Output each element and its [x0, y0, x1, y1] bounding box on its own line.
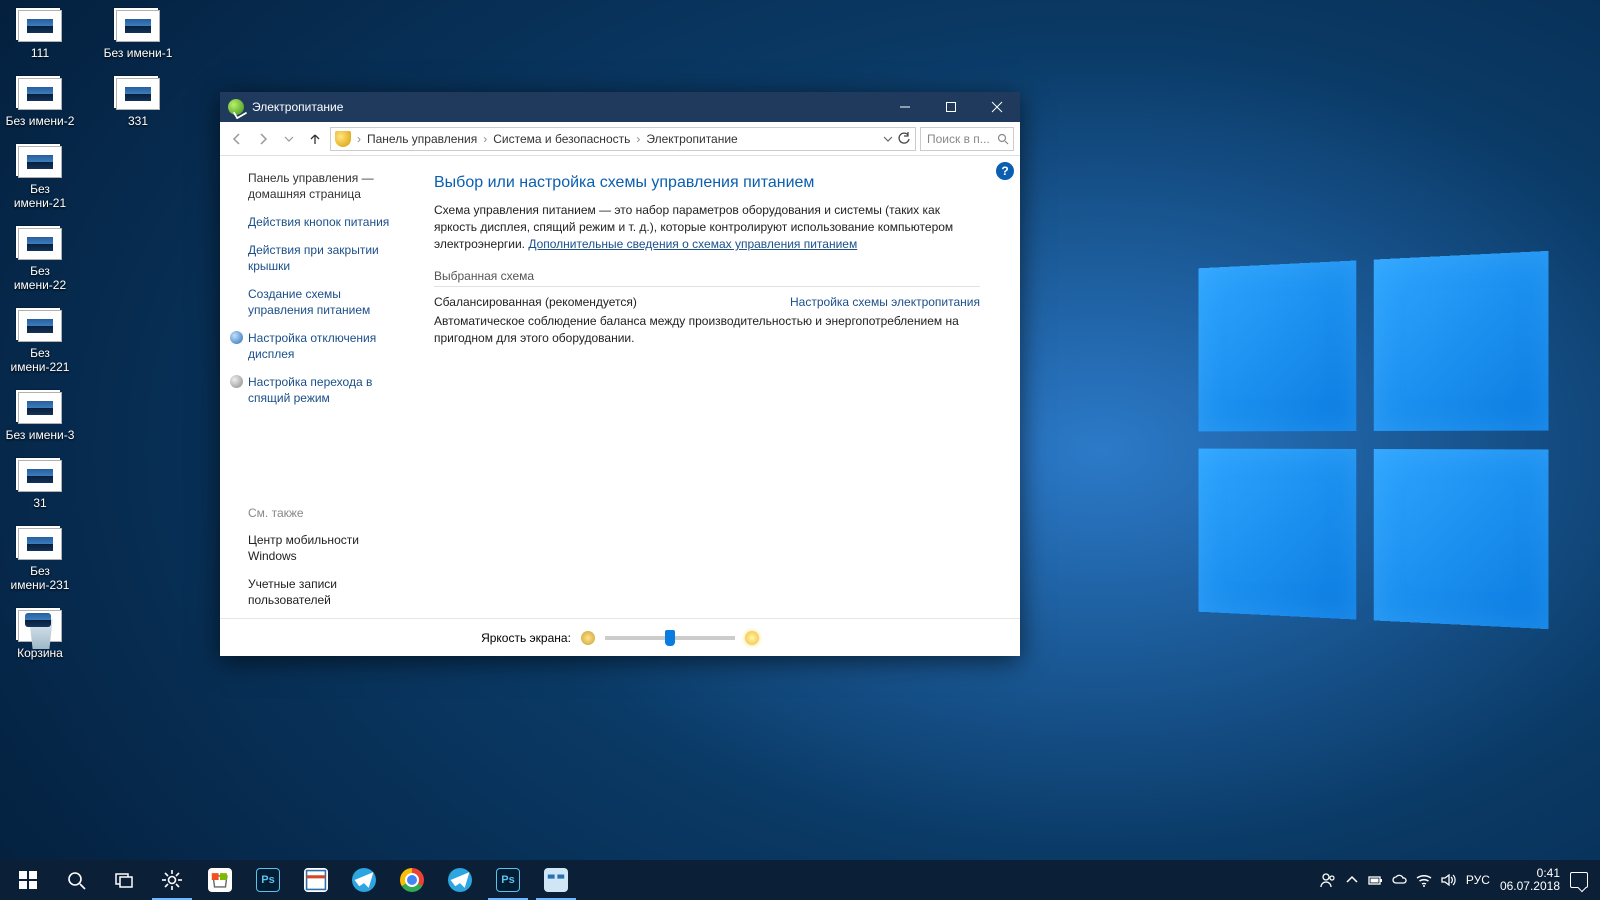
address-bar: › Панель управления › Система и безопасн…: [220, 122, 1020, 156]
back-button[interactable]: [226, 128, 248, 150]
taskbar-app-control-panel[interactable]: [532, 860, 580, 900]
taskbar-app-chrome[interactable]: [388, 860, 436, 900]
plan-settings-link[interactable]: Настройка схемы электропитания: [790, 295, 980, 309]
crumb[interactable]: Система и безопасность: [493, 132, 630, 146]
desktop-icon[interactable]: Без имени-3: [4, 392, 76, 442]
crumb[interactable]: Панель управления: [367, 132, 477, 146]
desktop-icon[interactable]: Без имени-2: [4, 78, 76, 128]
tray-clock[interactable]: 0:41 06.07.2018: [1500, 867, 1560, 893]
desktop-icon[interactable]: Без имени-221: [4, 310, 76, 374]
forward-button[interactable]: [252, 128, 274, 150]
learn-more-link[interactable]: Дополнительные сведения о схемах управле…: [528, 237, 857, 251]
titlebar[interactable]: Электропитание: [220, 92, 1020, 122]
brightness-slider[interactable]: [605, 636, 735, 640]
taskbar-app-notes[interactable]: [292, 860, 340, 900]
taskbar-app-settings[interactable]: [148, 860, 196, 900]
icon-label: 31: [33, 496, 46, 510]
shield-icon: [335, 131, 351, 147]
taskbar: Ps Ps РУС 0:41 06.07.2018: [0, 860, 1600, 900]
sidebar-link-display-off[interactable]: Настройка отключения дисплея: [248, 330, 408, 362]
system-tray: РУС 0:41 06.07.2018: [1320, 867, 1596, 893]
icon-label: Без имени-3: [6, 428, 75, 442]
desktop-icon[interactable]: Без имени-21: [4, 146, 76, 210]
desktop-icons: 111 Без имени-1 Без имени-2 331 Без имен…: [4, 10, 174, 660]
sidebar-link-sleep[interactable]: Настройка перехода в спящий режим: [248, 374, 408, 406]
icon-label: Без имени-221: [4, 346, 76, 374]
desktop-icon[interactable]: 31: [4, 460, 76, 510]
window-title: Электропитание: [252, 100, 343, 114]
start-button[interactable]: [4, 860, 52, 900]
brightness-label: Яркость экрана:: [481, 631, 571, 645]
icon-label: Без имени-22: [4, 264, 76, 292]
see-also-heading: См. также: [248, 506, 408, 520]
close-button[interactable]: [974, 92, 1020, 122]
icon-label: 331: [128, 114, 148, 128]
desktop-icon[interactable]: 111: [4, 10, 76, 60]
people-icon[interactable]: [1320, 872, 1336, 888]
refresh-icon[interactable]: [897, 132, 911, 146]
sun-bright-icon: [745, 631, 759, 645]
intro-text: Схема управления питанием — это набор па…: [434, 202, 980, 253]
brightness-bar: Яркость экрана:: [220, 618, 1020, 656]
wallpaper-windows-logo: [1198, 251, 1548, 629]
taskbar-app-store[interactable]: [196, 860, 244, 900]
icon-label: Без имени-2: [6, 114, 75, 128]
slider-thumb[interactable]: [665, 630, 675, 646]
wifi-icon[interactable]: [1416, 872, 1432, 888]
taskbar-app-telegram-2[interactable]: [436, 860, 484, 900]
volume-icon[interactable]: [1440, 872, 1456, 888]
tray-language[interactable]: РУС: [1466, 873, 1490, 887]
up-button[interactable]: [304, 128, 326, 150]
desktop-icon[interactable]: Без имени-22: [4, 228, 76, 292]
desktop-icon[interactable]: Без имени-231: [4, 528, 76, 592]
control-panel-window: Электропитание › Панель управления › Сис…: [220, 92, 1020, 656]
icon-label: 111: [31, 46, 49, 60]
sidebar-home[interactable]: Панель управления — домашняя страница: [248, 170, 408, 202]
sidebar-link-create-plan[interactable]: Создание схемы управления питанием: [248, 286, 408, 318]
plan-description: Автоматическое соблюдение баланса между …: [434, 313, 980, 347]
recent-dropdown[interactable]: [278, 128, 300, 150]
sun-dim-icon: [581, 631, 595, 645]
plan-name: Сбалансированная (рекомендуется): [434, 295, 637, 309]
icon-label: Без имени-1: [104, 46, 173, 60]
search-button[interactable]: [52, 860, 100, 900]
desktop-icon[interactable]: Без имени-1: [102, 10, 174, 60]
help-icon[interactable]: ?: [996, 162, 1014, 180]
search-input[interactable]: Поиск в п...: [920, 127, 1014, 151]
page-title: Выбор или настройка схемы управления пит…: [434, 174, 980, 192]
action-center-icon[interactable]: [1570, 872, 1588, 888]
see-also-mobility[interactable]: Центр мобильности Windows: [248, 532, 408, 564]
task-view-button[interactable]: [100, 860, 148, 900]
minimize-button[interactable]: [882, 92, 928, 122]
recycle-bin[interactable]: Корзина: [4, 610, 76, 660]
tray-chevron-up-icon[interactable]: [1344, 872, 1360, 888]
sidebar-link-lid[interactable]: Действия при закрытии крышки: [248, 242, 408, 274]
crumb[interactable]: Электропитание: [646, 132, 737, 146]
taskbar-app-telegram[interactable]: [340, 860, 388, 900]
taskbar-app-photoshop-2[interactable]: Ps: [484, 860, 532, 900]
chevron-down-icon[interactable]: [883, 134, 893, 144]
tray-date: 06.07.2018: [1500, 880, 1560, 893]
breadcrumb[interactable]: › Панель управления › Система и безопасн…: [330, 127, 916, 151]
onedrive-icon[interactable]: [1392, 872, 1408, 888]
desktop-icon[interactable]: 331: [102, 78, 174, 128]
content-pane: ? Выбор или настройка схемы управления п…: [420, 156, 1020, 618]
taskbar-app-photoshop[interactable]: Ps: [244, 860, 292, 900]
icon-label: Без имени-231: [4, 564, 76, 592]
maximize-button[interactable]: [928, 92, 974, 122]
selected-plan-heading: Выбранная схема: [434, 269, 980, 287]
icon-label: Без имени-21: [4, 182, 76, 210]
search-placeholder: Поиск в п...: [927, 132, 990, 146]
power-icon: [228, 99, 244, 115]
see-also-users[interactable]: Учетные записи пользователей: [248, 576, 408, 608]
search-icon: [997, 133, 1009, 145]
sidebar: Панель управления — домашняя страница Де…: [220, 156, 420, 618]
battery-icon[interactable]: [1368, 872, 1384, 888]
sidebar-link-buttons[interactable]: Действия кнопок питания: [248, 214, 408, 230]
